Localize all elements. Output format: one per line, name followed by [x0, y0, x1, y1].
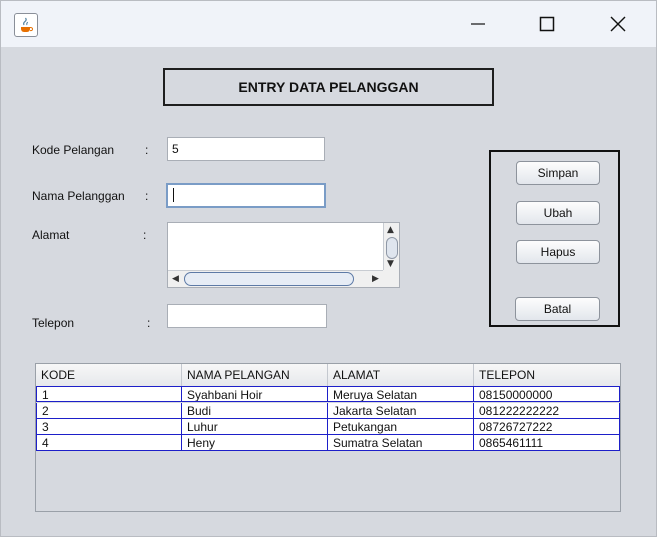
table-cell-telepon: 0865461111 [474, 435, 620, 451]
scroll-right-icon[interactable]: ▶ [372, 274, 379, 284]
scroll-up-icon[interactable]: ▲ [387, 225, 394, 235]
alamat-textarea[interactable]: ▲ ▼ ◀ ▶ [167, 222, 400, 288]
maximize-icon [539, 16, 555, 32]
table-cell-nama: Syahbani Hoir [182, 386, 328, 402]
table-cell-nama: Luhur [182, 419, 328, 435]
simpan-button[interactable]: Simpan [516, 161, 600, 185]
kode-label: Kode Pelangan [32, 143, 115, 157]
batal-button[interactable]: Batal [515, 297, 600, 321]
table-cell-telepon: 08150000000 [474, 386, 620, 402]
telepon-label: Telepon [32, 316, 75, 330]
nama-label: Nama Pelanggan [32, 189, 125, 203]
title-bar [1, 1, 656, 47]
alamat-colon: : [143, 228, 147, 242]
text-caret [173, 188, 174, 202]
horizontal-scroll-thumb[interactable] [184, 272, 354, 286]
java-icon[interactable] [14, 13, 38, 37]
table-row[interactable]: 2 Budi Jakarta Selatan 081222222222 [36, 403, 620, 419]
table-cell-alamat: Sumatra Selatan [328, 435, 474, 451]
scroll-left-icon[interactable]: ◀ [172, 274, 179, 284]
horizontal-scrollbar[interactable]: ◀ ▶ [168, 270, 385, 287]
kode-input[interactable]: 5 [167, 137, 325, 161]
minimize-button[interactable] [455, 1, 501, 47]
table-cell-alamat: Jakarta Selatan [328, 403, 474, 419]
table-row[interactable]: 4 Heny Sumatra Selatan 0865461111 [36, 435, 620, 451]
page-title: ENTRY DATA PELANGGAN [163, 68, 494, 106]
table-cell-alamat: Petukangan [328, 419, 474, 435]
table-cell-nama: Budi [182, 403, 328, 419]
table-cell-telepon: 081222222222 [474, 403, 620, 419]
action-button-panel: Simpan Ubah Hapus Batal [489, 150, 620, 327]
table-row[interactable]: 1 Syahbani Hoir Meruya Selatan 081500000… [36, 386, 620, 402]
scroll-down-icon[interactable]: ▼ [387, 259, 394, 269]
column-header-kode[interactable]: KODE [36, 364, 182, 386]
table-row[interactable]: 3 Luhur Petukangan 08726727222 [36, 419, 620, 435]
ubah-button[interactable]: Ubah [516, 201, 600, 225]
customer-table[interactable]: KODE NAMA PELANGAN ALAMAT TELEPON 1 Syah… [35, 363, 621, 512]
table-cell-kode: 4 [36, 435, 182, 451]
close-button[interactable] [595, 1, 641, 47]
alamat-label: Alamat [32, 228, 70, 242]
column-header-nama[interactable]: NAMA PELANGAN [182, 364, 328, 386]
telepon-colon: : [147, 316, 151, 330]
nama-input[interactable] [166, 183, 326, 208]
minimize-icon [471, 23, 485, 25]
vertical-scroll-thumb[interactable] [386, 237, 398, 259]
table-cell-nama: Heny [182, 435, 328, 451]
telepon-input[interactable] [167, 304, 327, 328]
table-header: KODE NAMA PELANGAN ALAMAT TELEPON [36, 364, 620, 387]
hapus-button[interactable]: Hapus [516, 240, 600, 264]
table-cell-kode: 1 [36, 386, 182, 402]
kode-colon: : [145, 143, 149, 157]
app-window: ENTRY DATA PELANGGAN Kode Pelangan : 5 N… [0, 0, 657, 537]
table-cell-kode: 3 [36, 419, 182, 435]
column-header-telepon[interactable]: TELEPON [474, 364, 620, 386]
column-header-alamat[interactable]: ALAMAT [328, 364, 474, 386]
maximize-button[interactable] [524, 1, 570, 47]
nama-colon: : [145, 189, 149, 203]
vertical-scrollbar[interactable]: ▲ ▼ [383, 223, 399, 271]
close-icon [610, 16, 626, 32]
table-cell-alamat: Meruya Selatan [328, 386, 474, 402]
scroll-corner [383, 270, 399, 287]
table-cell-kode: 2 [36, 403, 182, 419]
table-cell-telepon: 08726727222 [474, 419, 620, 435]
